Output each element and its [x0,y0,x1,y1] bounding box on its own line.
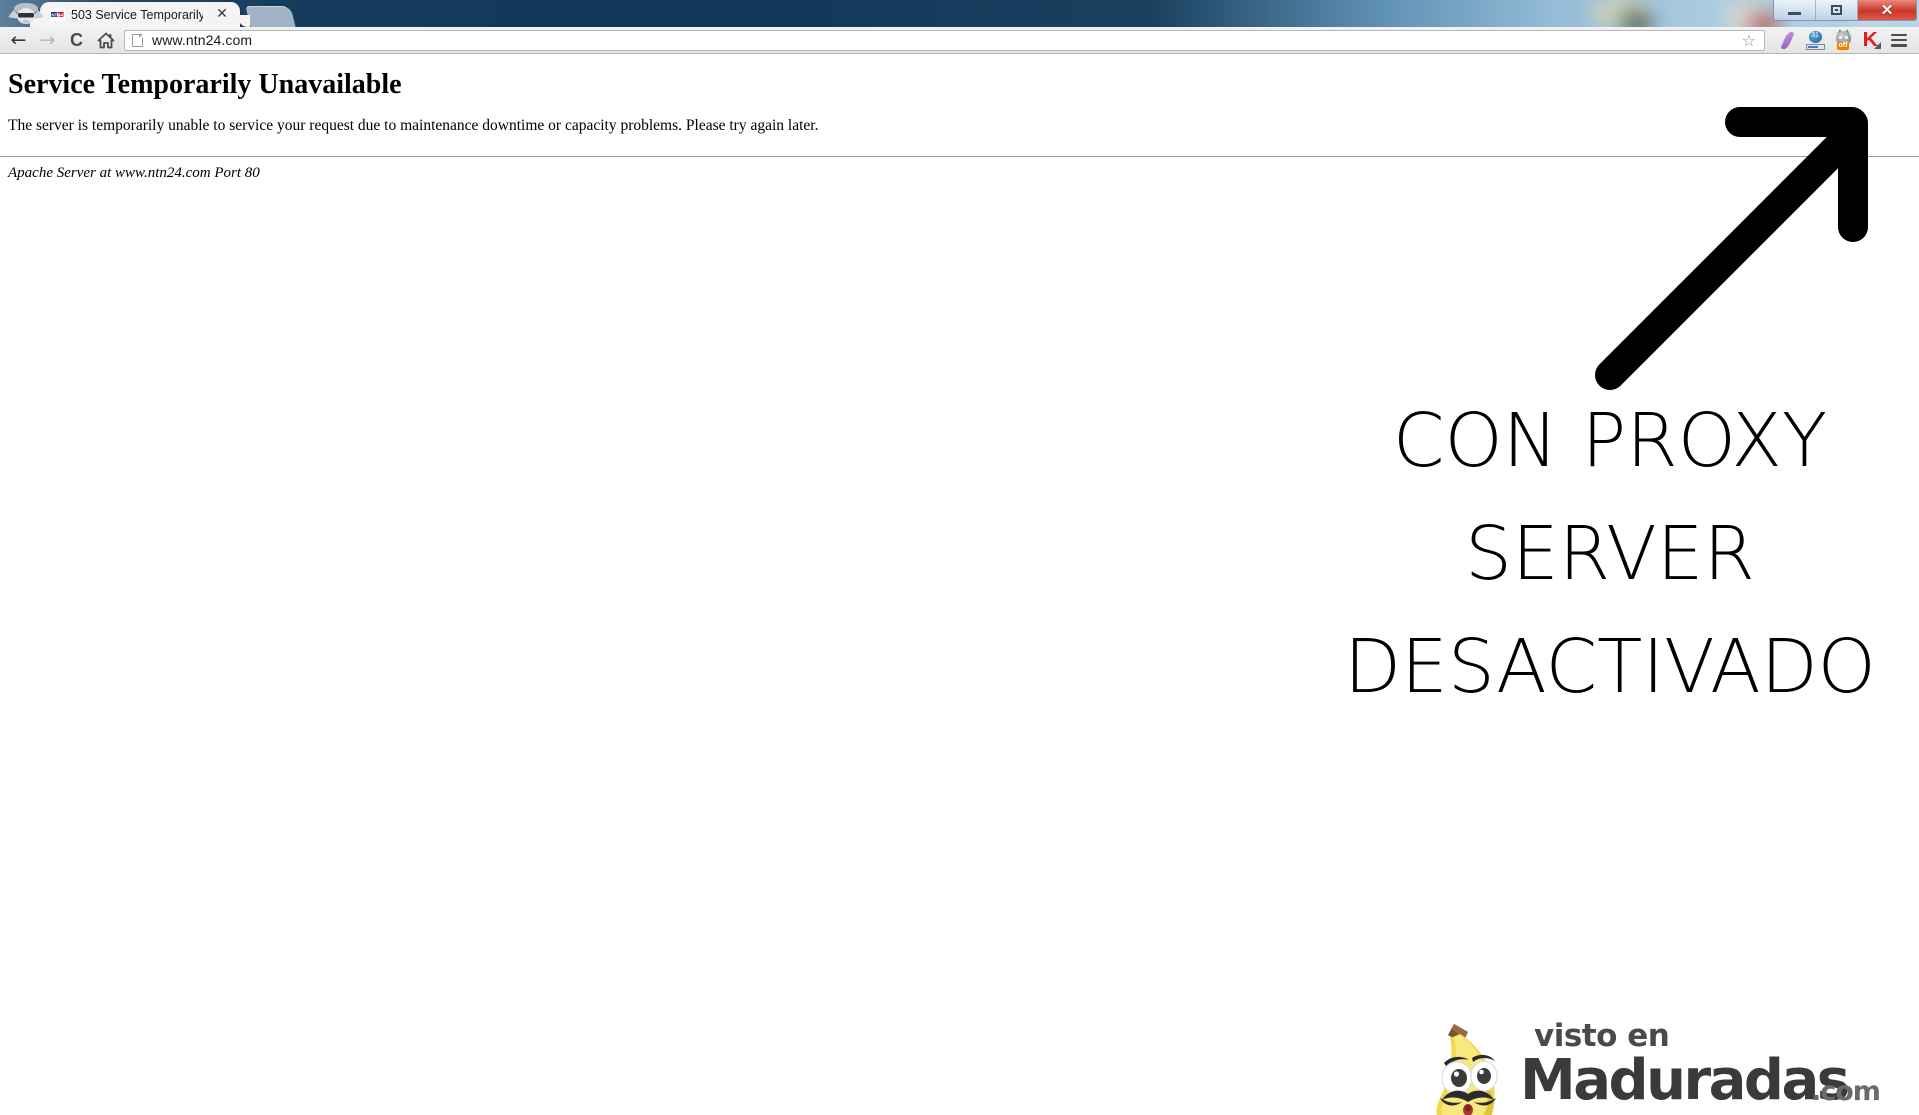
url-text: www.ntn24.com [152,32,253,48]
feather-extension-icon[interactable] [1773,27,1801,54]
calendar-glyph [1805,30,1825,50]
arrow-right-icon: → [39,28,56,51]
bookmark-star-icon[interactable]: ☆ [1742,32,1756,49]
page-title: Service Temporarily Unavailable [8,69,402,100]
address-bar[interactable]: www.ntn24.com ☆ [124,29,1765,51]
annotation-line-1: CON PROXY [1392,398,1828,484]
back-button[interactable]: ← [4,27,33,54]
annotation-arrow-up-right [1570,105,1890,395]
watermark-com: .com [1811,1076,1881,1107]
browser-toolbar: ← → C www.ntn24.com ☆ 31 off K [0,27,1919,54]
page-document-icon [132,33,143,47]
maduradas-watermark: visto en Maduradas .com [1428,1010,1881,1115]
restore-icon [1831,5,1842,15]
annotation-text: CON PROXY SERVER DESACTIVADO [1330,385,1890,724]
home-icon [97,32,114,48]
window-close-button[interactable]: ✕ [1858,0,1916,20]
tab-active[interactable]: NTN 24 503 Service Temporarily U ✕ [30,2,250,27]
close-icon: ✕ [1880,1,1894,19]
tab-title: 503 Service Temporarily U [71,8,203,22]
kaspersky-glyph: K [1862,30,1881,50]
incognito-spy-icon [6,1,46,26]
reload-button[interactable]: C [62,27,91,54]
server-signature: Apache Server at www.ntn24.com Port 80 [8,165,260,181]
kaspersky-extension-icon[interactable]: K [1857,27,1885,54]
forward-button[interactable]: → [33,27,62,54]
arrow-left-icon: ← [10,28,27,51]
ghost-glyph: off [1834,28,1853,50]
home-button[interactable] [91,27,120,54]
chrome-menu-button[interactable] [1885,27,1913,54]
window-restore-button[interactable] [1816,0,1858,20]
error-description: The server is temporarily unable to serv… [8,117,819,134]
new-tab-button[interactable] [245,6,296,27]
ntn24-favicon: NTN 24 [50,8,65,21]
page-content: Service Temporarily Unavailable The serv… [0,55,1919,1115]
feather-glyph [1780,29,1794,51]
tab-strip: NTN 24 503 Service Temporarily U ✕ ✕ [0,0,1919,27]
ghostery-extension-icon[interactable]: off [1829,27,1857,54]
window-controls: ✕ [1773,0,1917,21]
browser-window: NTN 24 503 Service Temporarily U ✕ ✕ ← →… [0,0,1919,1115]
reload-icon: C [70,29,83,50]
minimize-icon [1788,12,1801,15]
annotation-line-3: DESACTIVADO [1344,624,1876,710]
calendar-extension-icon[interactable] [1801,27,1829,54]
watermark-maduradas: Maduradas [1520,1048,1850,1113]
ghostery-off-badge: off [1836,41,1850,50]
tab-close-icon[interactable]: ✕ [215,7,229,21]
svg-text:24: 24 [58,12,63,17]
annotation-line-2: SERVER [1465,511,1755,597]
hamburger-menu-icon [1891,33,1907,47]
window-minimize-button[interactable] [1774,0,1816,20]
